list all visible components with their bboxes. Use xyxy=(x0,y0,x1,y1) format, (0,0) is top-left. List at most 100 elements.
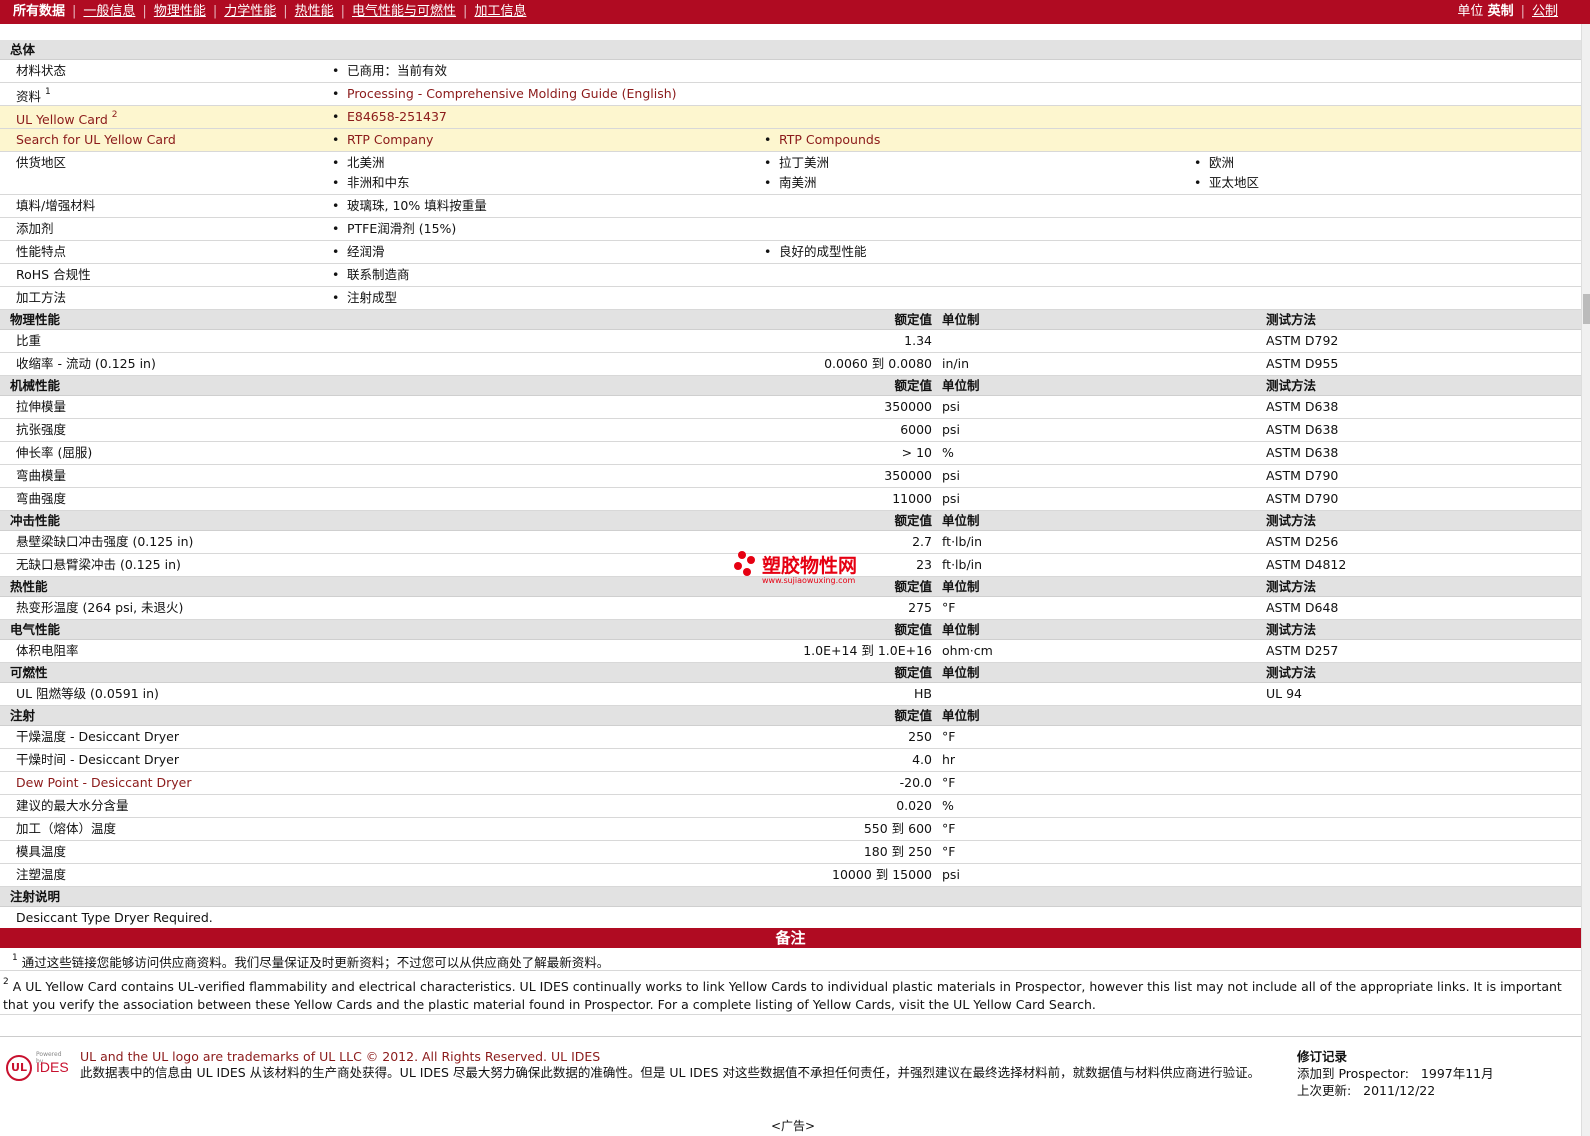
property-unit: % xyxy=(942,798,954,813)
tab-all-data[interactable]: 所有数据 xyxy=(13,4,65,19)
search-link-company[interactable]: RTP Company xyxy=(332,129,433,151)
tab-processing[interactable]: 加工信息 xyxy=(474,4,526,19)
property-value: 4.0 xyxy=(912,752,932,767)
mechanical-row: 拉伸模量 350000 psi ASTM D638 xyxy=(0,396,1581,419)
ul-logo-icon: UL xyxy=(6,1055,32,1081)
property-test-method: ASTM D257 xyxy=(1266,643,1339,658)
property-label: 比重 xyxy=(16,333,42,348)
property-label: 热变形温度 (264 psi, 未退火) xyxy=(16,600,184,615)
watermark-dots-icon xyxy=(734,551,758,585)
unit-switcher: 单位 英制 | 公制 xyxy=(1457,4,1558,19)
property-unit: ohm·cm xyxy=(942,643,993,658)
mechanical-row: 弯曲模量 350000 psi ASTM D790 xyxy=(0,465,1581,488)
property-test-method: ASTM D955 xyxy=(1266,356,1339,371)
property-unit: hr xyxy=(942,752,956,767)
property-value: 6000 xyxy=(900,422,932,437)
property-value: 275 xyxy=(908,600,932,615)
property-unit: ft·lb/in xyxy=(942,534,983,549)
property-unit: ft·lb/in xyxy=(942,557,983,572)
property-label: 无缺口悬臂梁冲击 (0.125 in) xyxy=(16,557,181,572)
property-value: 550 到 600 xyxy=(863,821,932,836)
property-value: 1.34 xyxy=(904,333,932,348)
section-header-general: 总体 xyxy=(0,40,1581,60)
property-value: 0.020 xyxy=(896,798,932,813)
property-unit: in/in xyxy=(942,356,970,371)
row-literature: 资料 1 Processing - Comprehensive Molding … xyxy=(0,83,1581,106)
datasheet-table: 总体 材料状态 已商用：当前有效 资料 1 Processing - Compr… xyxy=(0,40,1581,929)
section-header-impact: 冲击性能 额定值 单位制 测试方法 xyxy=(0,511,1581,531)
vertical-scrollbar[interactable] xyxy=(1581,24,1590,1136)
property-unit: °F xyxy=(942,844,956,859)
property-label: 干燥温度 - Desiccant Dryer xyxy=(16,729,179,744)
property-label: 弯曲模量 xyxy=(16,468,67,483)
footnote-ref-2: 2 xyxy=(111,110,118,120)
notes-header: 备注 xyxy=(0,928,1581,948)
injection-row: Dew Point - Desiccant Dryer -20.0 °F xyxy=(0,772,1581,795)
page-footer: UL Powered by IDES UL and the UL logo ar… xyxy=(0,1036,1581,1107)
tab-electrical-flammability[interactable]: 电气性能与可燃性 xyxy=(352,4,456,19)
property-label: 加工（熔体）温度 xyxy=(16,821,117,836)
property-unit: °F xyxy=(942,821,956,836)
property-label: 建议的最大水分含量 xyxy=(16,798,129,813)
trademark-text: UL and the UL logo are trademarks of UL … xyxy=(80,1049,601,1064)
tab-thermal[interactable]: 热性能 xyxy=(295,4,334,19)
property-label: UL 阻燃等级 (0.0591 in) xyxy=(16,686,159,701)
electrical-row: 体积电阻率 1.0E+14 到 1.0E+16 ohm·cm ASTM D257 xyxy=(0,640,1581,663)
mechanical-row: 伸长率 (屈服) > 10% ASTM D638 xyxy=(0,442,1581,465)
footnote-ref-1: 1 xyxy=(45,87,51,97)
property-test-method: ASTM D792 xyxy=(1266,333,1339,348)
tab-mechanical[interactable]: 力学性能 xyxy=(224,4,276,19)
property-test-method: ASTM D638 xyxy=(1266,422,1339,437)
injection-row: 加工（熔体）温度 550 到 600 °F xyxy=(0,818,1581,841)
row-rohs: RoHS 合规性 联系制造商 xyxy=(0,264,1581,287)
unit-metric-link[interactable]: 公制 xyxy=(1532,4,1558,19)
thermal-row: 热变形温度 (264 psi, 未退火) 275 °F ASTM D648 xyxy=(0,597,1581,620)
watermark-logo: 塑胶物性网 www.sujiaowuxing.com xyxy=(734,551,874,591)
tab-general-info[interactable]: 一般信息 xyxy=(83,4,135,19)
property-unit: % xyxy=(942,445,954,460)
property-value: 10000 到 15000 xyxy=(832,867,932,882)
row-filler: 填料/增强材料 玻璃珠, 10% 填料按重量 xyxy=(0,195,1581,218)
property-label: 收缩率 - 流动 (0.125 in) xyxy=(16,356,156,371)
property-test-method: ASTM D256 xyxy=(1266,534,1339,549)
injection-row: 干燥温度 - Desiccant Dryer 250 °F xyxy=(0,726,1581,749)
yellow-card-link[interactable]: E84658-251437 xyxy=(332,106,447,128)
injection-row: 建议的最大水分含量 0.020% xyxy=(0,795,1581,818)
search-link-compounds[interactable]: RTP Compounds xyxy=(764,129,880,151)
row-processing-method: 加工方法 注射成型 xyxy=(0,287,1581,310)
property-label: 体积电阻率 xyxy=(16,643,79,658)
section-header-electrical: 电气性能 额定值 单位制 测试方法 xyxy=(0,620,1581,640)
section-header-injection: 注射 额定值 单位制 xyxy=(0,706,1581,726)
physical-row: 比重 1.34 ASTM D792 xyxy=(0,330,1581,353)
top-nav-bar: 所有数据 | 一般信息 | 物理性能 | 力学性能 | 热性能 | 电气性能与可燃性 | 加工信息 单位… xyxy=(0,0,1590,24)
property-unit: psi xyxy=(942,491,960,506)
literature-link[interactable]: Processing - Comprehensive Molding Guide… xyxy=(332,83,677,105)
section-header-flammability: 可燃性 额定值 单位制 测试方法 xyxy=(0,663,1581,683)
property-test-method: ASTM D790 xyxy=(1266,468,1339,483)
physical-row: 收缩率 - 流动 (0.125 in) 0.0060 到 0.0080 in/in A… xyxy=(0,353,1581,376)
property-value: 2.7 xyxy=(912,534,932,549)
tab-physical[interactable]: 物理性能 xyxy=(154,4,206,19)
property-test-method: ASTM D638 xyxy=(1266,399,1339,414)
property-label: 注塑温度 xyxy=(16,867,67,882)
row-additive: 添加剂 PTFE润滑剂 (15%) xyxy=(0,218,1581,241)
property-unit: psi xyxy=(942,422,960,437)
revision-history: 修订记录 添加到 Prospector: 1997年11月 上次更新: 2011… xyxy=(1297,1049,1494,1098)
property-value: 0.0060 到 0.0080 xyxy=(824,356,932,371)
injection-row: 干燥时间 - Desiccant Dryer 4.0 hr xyxy=(0,749,1581,772)
property-unit: °F xyxy=(942,775,956,790)
section-header-mechanical: 机械性能 额定值 单位制 测试方法 xyxy=(0,376,1581,396)
property-value: 23 xyxy=(916,557,932,572)
property-unit: °F xyxy=(942,600,956,615)
property-label: 弯曲强度 xyxy=(16,491,67,506)
property-value: -20.0 xyxy=(899,775,932,790)
property-unit: psi xyxy=(942,468,960,483)
property-label: Dew Point - Desiccant Dryer xyxy=(16,775,192,790)
row-features: 性能特点 经润滑 良好的成型性能 xyxy=(0,241,1581,264)
property-label: 抗张强度 xyxy=(16,422,67,437)
property-label: 伸长率 (屈服) xyxy=(16,445,93,460)
property-test-method: ASTM D638 xyxy=(1266,445,1339,460)
section-tabs: 所有数据 | 一般信息 | 物理性能 | 力学性能 | 热性能 | 电气性能与可燃性 | 加工信息 xyxy=(13,4,527,19)
property-unit: psi xyxy=(942,867,960,882)
injection-row: 模具温度 180 到 250 °F xyxy=(0,841,1581,864)
